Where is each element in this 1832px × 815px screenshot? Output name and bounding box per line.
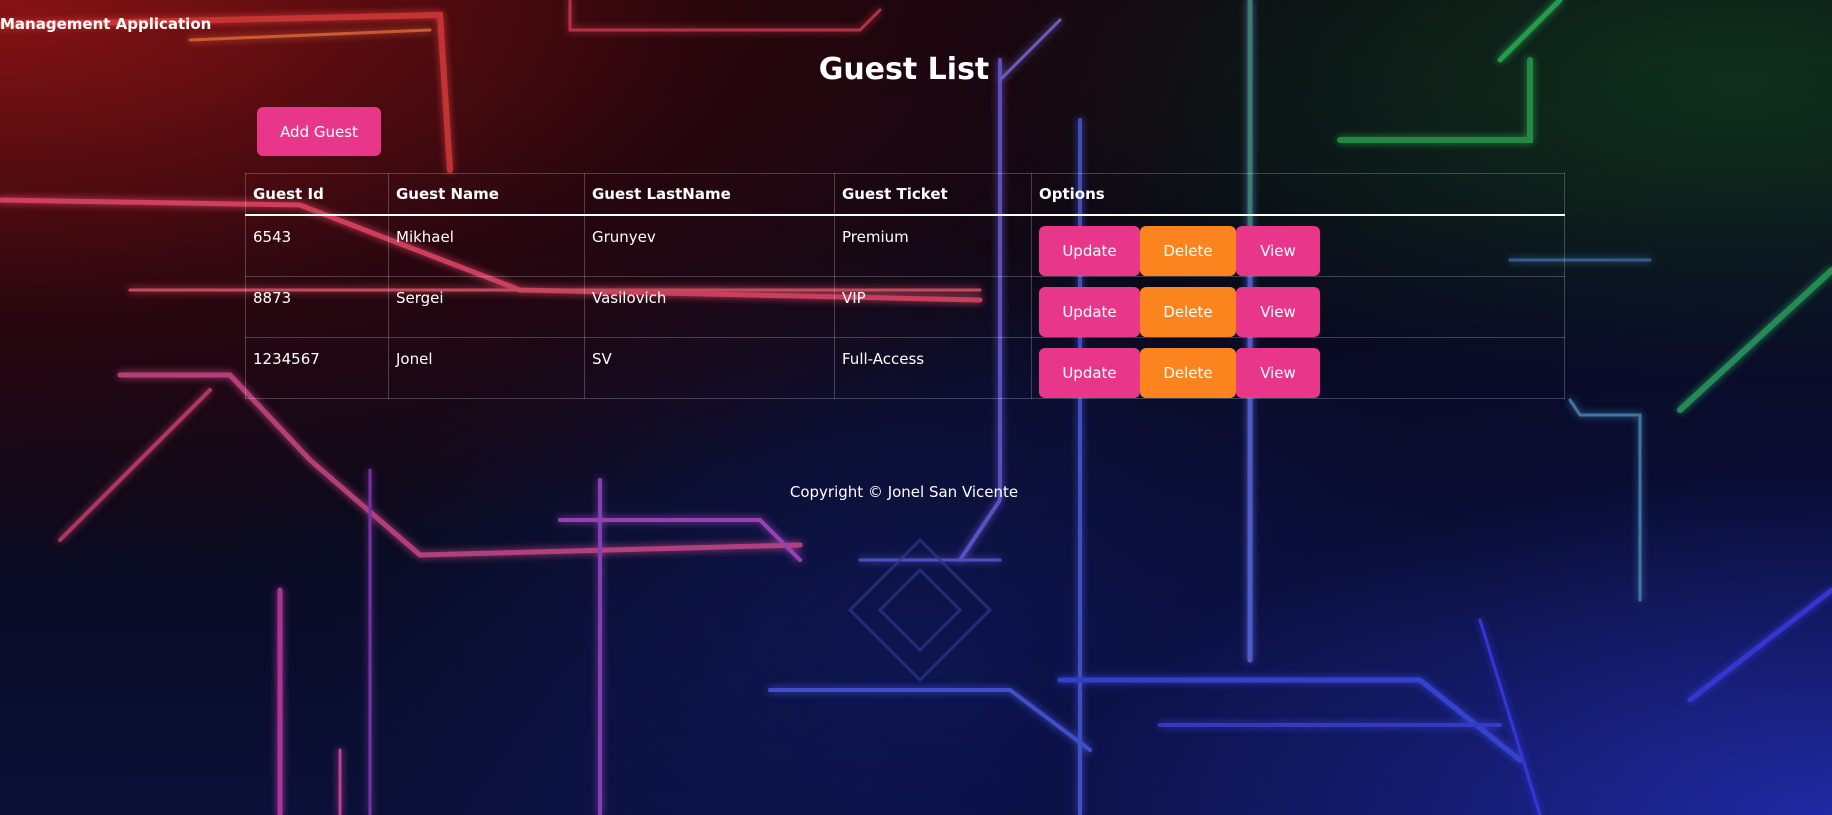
cell-guest-lastname: Vasilovich (584, 276, 835, 338)
delete-button[interactable]: Delete (1140, 287, 1236, 337)
delete-button[interactable]: Delete (1140, 348, 1236, 398)
cell-options: Update Delete View (1031, 214, 1565, 277)
cell-guest-name: Jonel (388, 337, 585, 399)
page-title: Guest List (818, 52, 990, 87)
update-button[interactable]: Update (1039, 226, 1140, 276)
update-button[interactable]: Update (1039, 348, 1140, 398)
header-guest-id: Guest Id (245, 173, 389, 216)
cell-guest-lastname: Grunyev (584, 214, 835, 277)
view-button[interactable]: View (1236, 348, 1320, 398)
cell-guest-ticket: VIP (834, 276, 1032, 338)
add-guest-button[interactable]: Add Guest (257, 107, 381, 156)
cell-options: Update Delete View (1031, 337, 1565, 399)
cell-guest-ticket: Premium (834, 214, 1032, 277)
header-guest-ticket: Guest Ticket (834, 173, 1032, 216)
cell-options: Update Delete View (1031, 276, 1565, 338)
cell-guest-ticket: Full-Access (834, 337, 1032, 399)
table-row: 1234567 Jonel SV Full-Access Update Delet… (245, 337, 1565, 399)
table-row: 6543 Mikhael Grunyev Premium Update Delet… (245, 214, 1565, 277)
table-header: Guest Id Guest Name Guest LastName Guest… (245, 173, 1565, 216)
view-button[interactable]: View (1236, 287, 1320, 337)
footer-copyright: Copyright © Jonel San Vicente (789, 483, 1019, 501)
table-row: 8873 Sergei Vasilovich VIP Update Delete V… (245, 276, 1565, 338)
header-guest-lastname: Guest LastName (584, 173, 835, 216)
cell-guest-name: Sergei (388, 276, 585, 338)
cell-guest-id: 1234567 (245, 337, 389, 399)
update-button[interactable]: Update (1039, 287, 1140, 337)
guest-table: Guest Id Guest Name Guest LastName Guest… (245, 173, 1565, 399)
cell-guest-id: 6543 (245, 214, 389, 277)
cell-guest-id: 8873 (245, 276, 389, 338)
header-options: Options (1031, 173, 1565, 216)
app-root: Management Application Guest List Add Gu… (0, 0, 1832, 815)
header-guest-name: Guest Name (388, 173, 585, 216)
cell-guest-lastname: SV (584, 337, 835, 399)
view-button[interactable]: View (1236, 226, 1320, 276)
cell-guest-name: Mikhael (388, 214, 585, 277)
table-body: 6543 Mikhael Grunyev Premium Update Delet… (245, 214, 1565, 399)
header-row: Guest Id Guest Name Guest LastName Guest… (245, 173, 1565, 216)
delete-button[interactable]: Delete (1140, 226, 1236, 276)
brand-title: Management Application (0, 15, 212, 33)
